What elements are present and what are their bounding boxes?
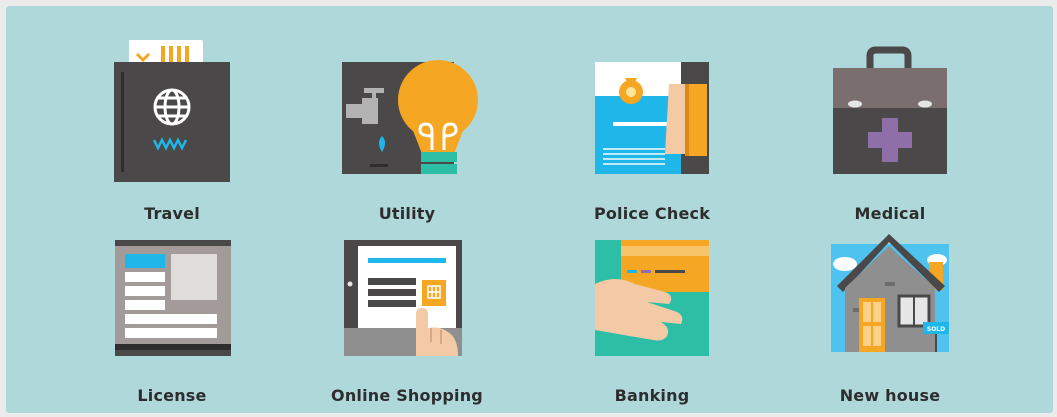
- category-new-house[interactable]: SOLD New house: [780, 214, 1000, 405]
- license-card-icon: [115, 240, 231, 356]
- passport-icon: [114, 40, 230, 182]
- card-hand-icon: [595, 240, 709, 356]
- police-certificate-icon: [595, 62, 709, 174]
- tablet-shopping-icon: [344, 240, 462, 356]
- category-police-check[interactable]: Police Check: [542, 32, 762, 223]
- category-license[interactable]: License: [62, 214, 282, 405]
- category-label: Banking: [614, 386, 690, 405]
- category-label: Online Shopping: [331, 386, 483, 405]
- category-label: New house: [839, 386, 941, 405]
- documents-panel: Travel Utility Police Check Medical Lice…: [6, 6, 1053, 413]
- category-online-shopping[interactable]: Online Shopping: [297, 214, 517, 405]
- house-sold-icon: SOLD: [831, 234, 949, 352]
- category-label: License: [137, 386, 207, 405]
- sold-badge-text: SOLD: [927, 326, 945, 333]
- category-banking[interactable]: Banking: [542, 214, 762, 405]
- category-travel[interactable]: Travel: [62, 32, 282, 223]
- category-utility[interactable]: Utility: [297, 32, 517, 223]
- lightbulb-tap-icon: [342, 60, 478, 174]
- category-medical[interactable]: Medical: [780, 32, 1000, 223]
- medical-bag-icon: [833, 46, 947, 174]
